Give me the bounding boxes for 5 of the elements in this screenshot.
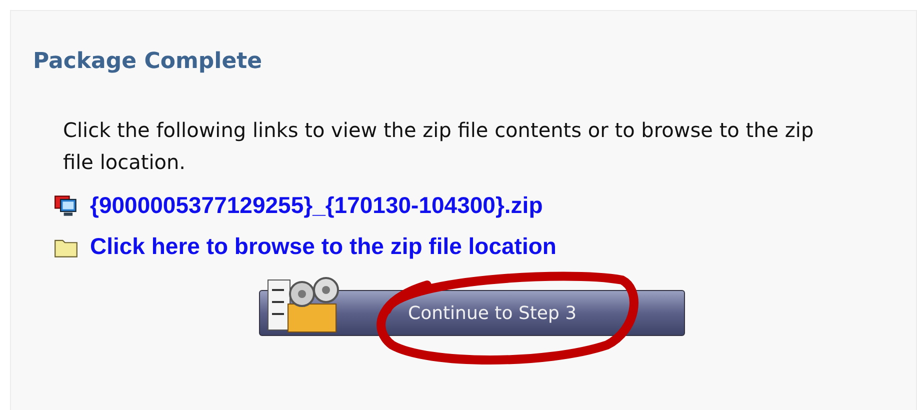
file-link[interactable]: {9000005377129255}_{170130-104300}.zip (90, 192, 543, 219)
monitor-icon (54, 194, 78, 218)
file-link[interactable]: Click here to browse to the zip file location (90, 233, 556, 260)
description-text: Click the following links to view the zip file contents or to browse to the zip file location. (63, 117, 815, 176)
panel-title: Package Complete (33, 49, 264, 74)
